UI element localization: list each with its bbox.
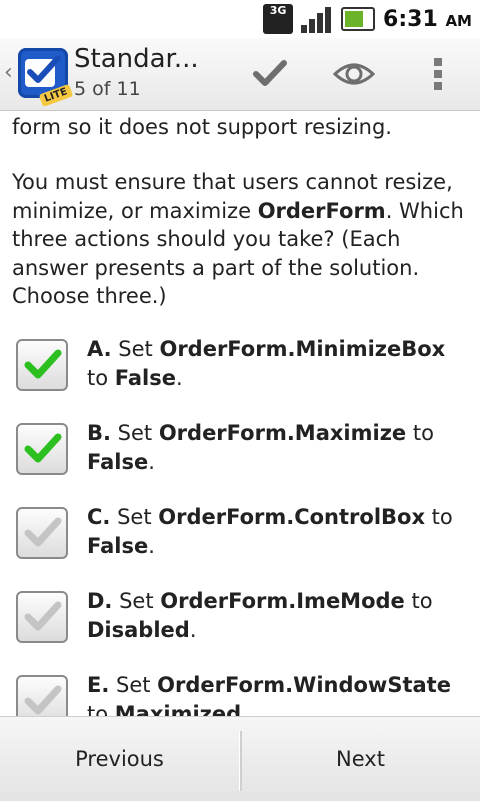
option-c[interactable]: C. Set OrderForm.ControlBox to False. bbox=[16, 505, 466, 577]
question-text-partial: form so it does not support resizing. bbox=[12, 115, 392, 139]
previous-button[interactable]: Previous bbox=[0, 717, 239, 801]
check-answer-button[interactable] bbox=[248, 52, 292, 96]
checkmark-gray-icon bbox=[24, 601, 62, 631]
option-b[interactable]: B. Set OrderForm.Maximize to False. bbox=[16, 421, 466, 493]
option-e[interactable]: E. Set OrderForm.WindowState to Maximize… bbox=[16, 673, 466, 716]
action-bar: ‹ LITE Standar... 5 of 11 bbox=[0, 38, 480, 111]
clock: 6:31 AM bbox=[383, 6, 472, 32]
checkmark-green-icon bbox=[24, 349, 62, 379]
back-chevron-icon[interactable]: ‹ bbox=[4, 60, 13, 85]
battery-icon bbox=[341, 7, 376, 31]
status-bar: 3G 6:31 AM bbox=[0, 0, 480, 39]
app-logo-icon[interactable]: LITE bbox=[18, 48, 74, 108]
option-d[interactable]: D. Set OrderForm.ImeMode to Disabled. bbox=[16, 589, 466, 661]
checkmark-green-icon bbox=[24, 433, 62, 463]
option-b-text: B. Set OrderForm.Maximize to False. bbox=[87, 421, 434, 474]
checkbox-c[interactable] bbox=[16, 507, 68, 559]
checkbox-b[interactable] bbox=[16, 423, 68, 475]
signal-icon bbox=[301, 5, 333, 33]
question-counter: 5 of 11 bbox=[74, 78, 141, 100]
checkmark-gray-icon bbox=[24, 517, 62, 547]
option-c-text: C. Set OrderForm.ControlBox to False. bbox=[87, 505, 453, 558]
eye-icon bbox=[333, 63, 375, 85]
bottom-nav-bar: Previous Next bbox=[0, 716, 480, 801]
show-answer-button[interactable] bbox=[332, 52, 376, 96]
network-3g-icon: 3G bbox=[263, 4, 294, 34]
question-text: You must ensure that users cannot resize… bbox=[12, 170, 464, 308]
overflow-menu-button[interactable] bbox=[416, 52, 460, 96]
option-e-text: E. Set OrderForm.WindowState to Maximize… bbox=[87, 673, 451, 716]
option-d-text: D. Set OrderForm.ImeMode to Disabled. bbox=[87, 589, 433, 642]
next-button[interactable]: Next bbox=[241, 717, 480, 801]
page-title: Standar... bbox=[74, 44, 199, 74]
checkmark-gray-icon bbox=[24, 685, 62, 715]
overflow-menu-icon bbox=[434, 58, 442, 90]
question-content[interactable]: form so it does not support resizing. Yo… bbox=[0, 110, 480, 716]
checkbox-a[interactable] bbox=[16, 339, 68, 391]
option-a[interactable]: A. Set OrderForm.MinimizeBox to False. bbox=[16, 337, 466, 409]
checkbox-e[interactable] bbox=[16, 675, 68, 716]
checkbox-d[interactable] bbox=[16, 591, 68, 643]
option-a-text: A. Set OrderForm.MinimizeBox to False. bbox=[87, 337, 446, 390]
check-icon bbox=[253, 60, 287, 86]
